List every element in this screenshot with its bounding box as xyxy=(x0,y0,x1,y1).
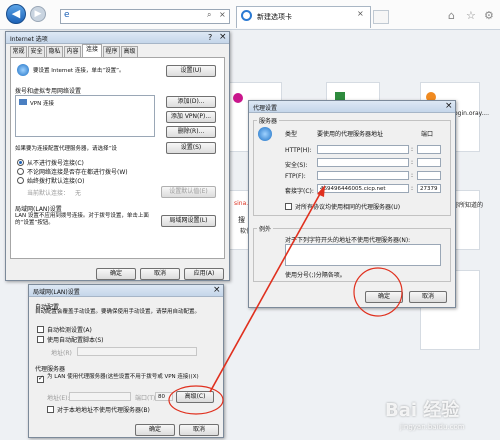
watermark-url: jingyan.baidu.com xyxy=(400,423,465,431)
annotation-circle-ok xyxy=(353,267,403,317)
annotation-layer xyxy=(168,185,403,415)
watermark-logo: Bai 经验 xyxy=(385,400,460,421)
annotation-circle-advanced xyxy=(168,385,224,415)
annotation-arrow xyxy=(209,191,322,393)
annotation-arrow-head xyxy=(317,185,325,197)
